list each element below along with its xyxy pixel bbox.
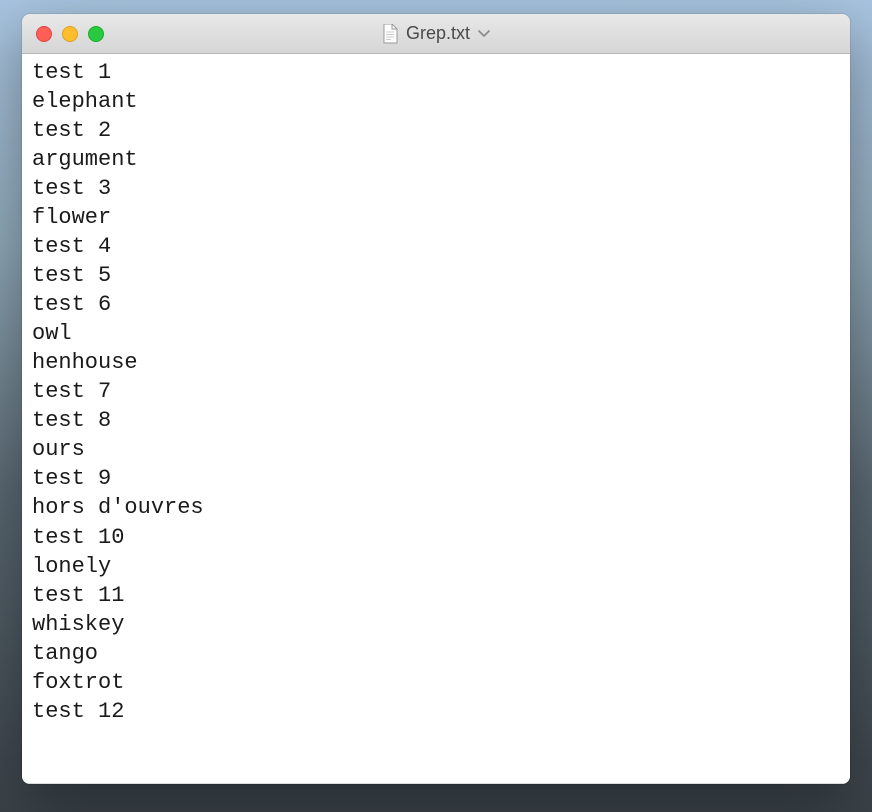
text-line: argument	[32, 145, 840, 174]
text-line: test 12	[32, 697, 840, 726]
close-button[interactable]	[36, 26, 52, 42]
window-titlebar[interactable]: Grep.txt	[22, 14, 850, 54]
text-line: hors d'ouvres	[32, 493, 840, 522]
text-line: test 3	[32, 174, 840, 203]
minimize-button[interactable]	[62, 26, 78, 42]
window-title: Grep.txt	[406, 23, 470, 44]
text-edit-window: Grep.txt test 1elephanttest 2argumenttes…	[22, 14, 850, 784]
text-line: test 10	[32, 523, 840, 552]
text-line: test 6	[32, 290, 840, 319]
maximize-button[interactable]	[88, 26, 104, 42]
text-line: owl	[32, 319, 840, 348]
text-line: foxtrot	[32, 668, 840, 697]
chevron-down-icon[interactable]	[478, 30, 490, 38]
text-line: lonely	[32, 552, 840, 581]
text-line: test 7	[32, 377, 840, 406]
text-line: test 1	[32, 58, 840, 87]
text-line: whiskey	[32, 610, 840, 639]
text-line: test 4	[32, 232, 840, 261]
document-icon	[382, 24, 398, 44]
text-content-area[interactable]: test 1elephanttest 2argumenttest 3flower…	[22, 54, 850, 784]
text-line: test 11	[32, 581, 840, 610]
text-line: flower	[32, 203, 840, 232]
text-line: henhouse	[32, 348, 840, 377]
title-center[interactable]: Grep.txt	[382, 23, 490, 44]
text-line: tango	[32, 639, 840, 668]
text-line: test 5	[32, 261, 840, 290]
text-line: ours	[32, 435, 840, 464]
text-line: test 9	[32, 464, 840, 493]
text-line: elephant	[32, 87, 840, 116]
traffic-lights	[22, 26, 104, 42]
text-line: test 2	[32, 116, 840, 145]
text-line: test 8	[32, 406, 840, 435]
